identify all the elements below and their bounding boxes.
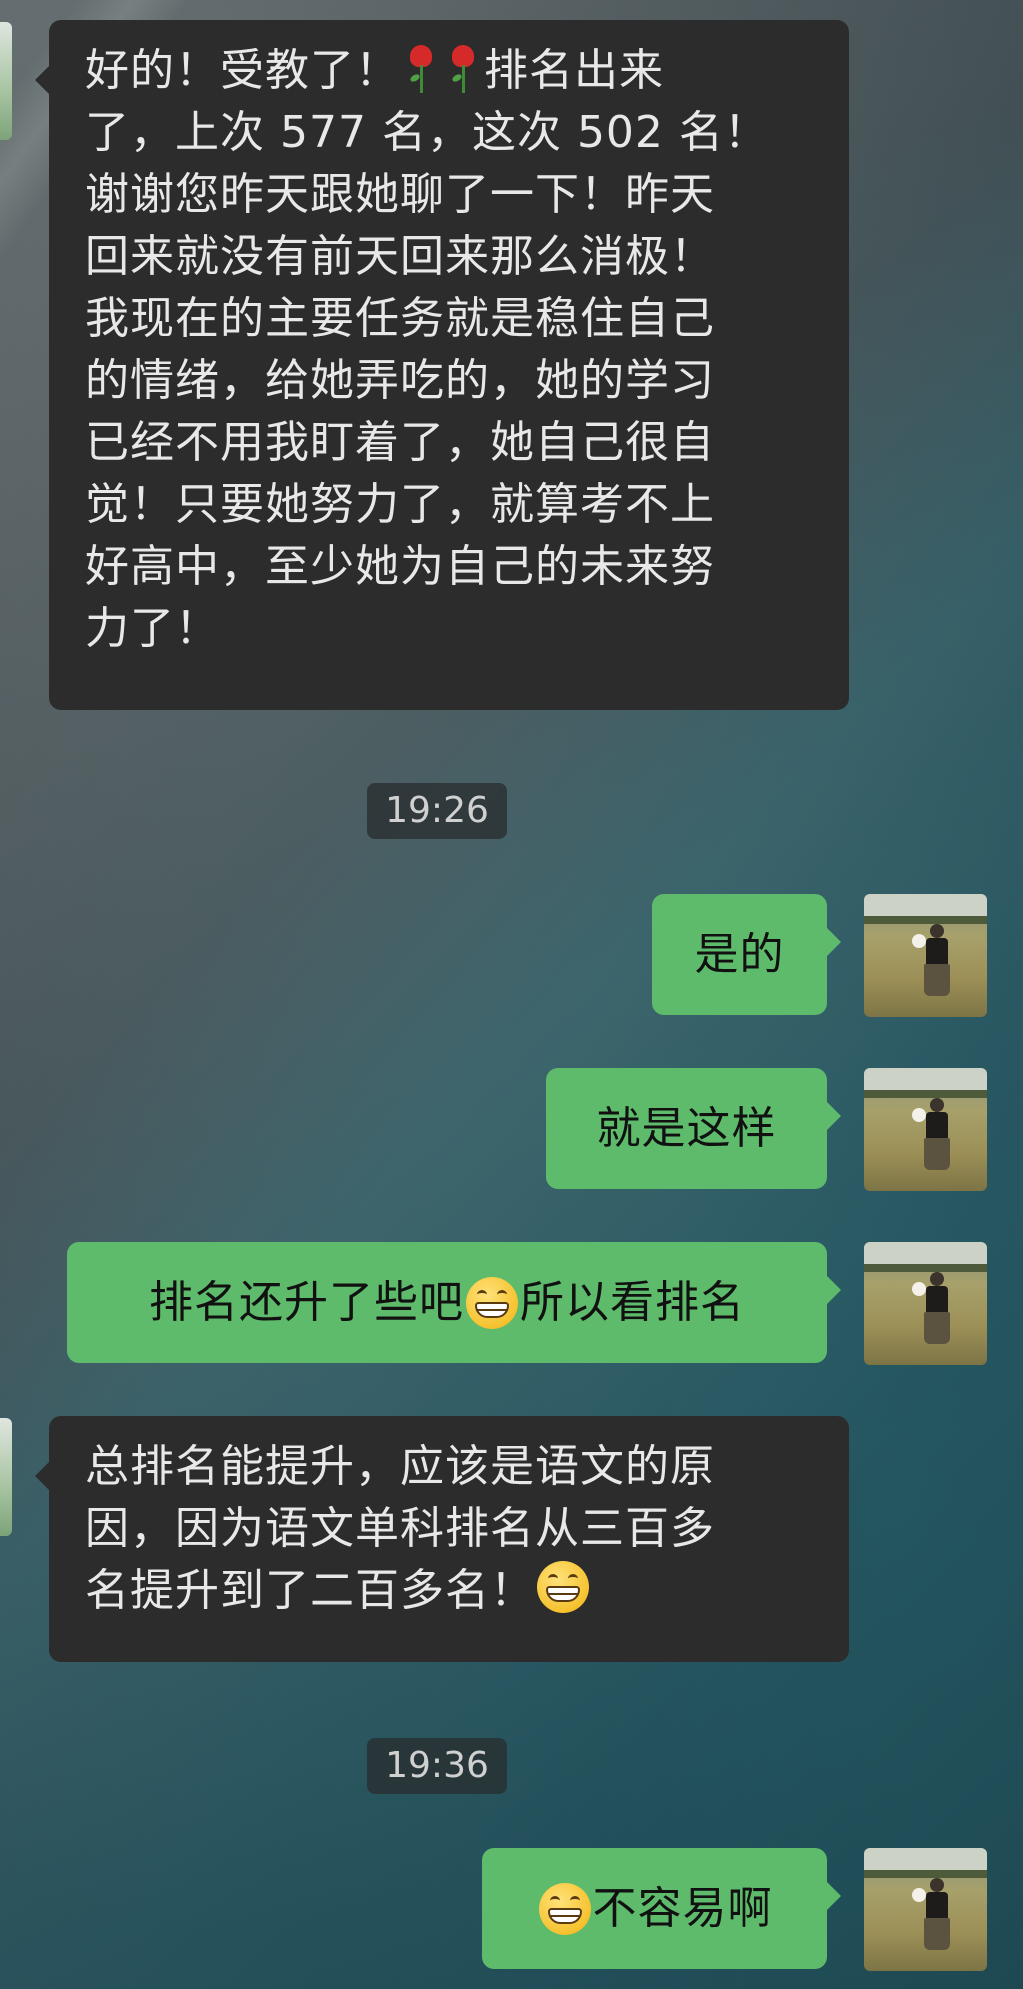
message-line: 已经不用我盯着了，她自己很自 (85, 412, 813, 474)
grin-emoji-icon (537, 1561, 589, 1613)
message-text: 好的！受教了！ (85, 45, 400, 96)
message-line: 觉！只要她努力了，就算考不上 (85, 474, 813, 536)
avatar-figure (922, 1878, 952, 1958)
chat-area[interactable]: 好的！受教了！ 排名出来了，上次 577 名，这次 502 名！ 谢谢您昨天跟她聊了… (0, 0, 1023, 1989)
grin-emoji-icon (538, 1882, 591, 1935)
outgoing-message-bubble[interactable]: 是的 (652, 894, 841, 1015)
user-avatar[interactable] (864, 1848, 987, 1971)
avatar-trees (864, 1870, 987, 1878)
grin-emoji-icon (466, 1276, 518, 1329)
message-text: 所以看排名 (520, 1276, 745, 1328)
outgoing-message-bubble[interactable]: 排名还升了些吧 所以看排名 (67, 1242, 841, 1363)
message-line: 力了！ (85, 598, 813, 660)
message-line: 总排名能提升，应该是语文的原 (85, 1436, 813, 1498)
incoming-message-bubble[interactable]: 总排名能提升，应该是语文的原 因，因为语文单科排名从三百多 名提升到了二百多名！ (35, 1416, 849, 1662)
message-text: 谢谢您昨天跟她聊了一下！昨天 (85, 169, 715, 220)
message-text: 总排名能提升，应该是语文的原 (85, 1441, 715, 1492)
message-text: 不容易啊 (592, 1882, 773, 1934)
contact-avatar[interactable] (0, 1418, 12, 1536)
avatar-figure (922, 1272, 952, 1352)
message-line: 我现在的主要任务就是稳住自己 (85, 288, 813, 350)
message-line: 谢谢您昨天跟她聊了一下！昨天 (85, 164, 813, 226)
message-text: 排名还升了些吧 (149, 1276, 464, 1328)
timestamp: 19:26 (367, 783, 507, 839)
message-text: 我现在的主要任务就是稳住自己 (85, 293, 715, 344)
avatar-trees (864, 1090, 987, 1098)
avatar-figure (922, 1098, 952, 1178)
message-line: 因，因为语文单科排名从三百多 (85, 1498, 813, 1560)
outgoing-message-bubble[interactable]: 不容易啊 (482, 1848, 841, 1969)
message-line: 的情绪，给她弄吃的，她的学习 (85, 350, 813, 412)
avatar-figure (922, 924, 952, 1004)
message-text: 名提升到了二百多名！ (85, 1565, 535, 1616)
message-text: 已经不用我盯着了，她自己很自 (85, 417, 715, 468)
contact-avatar[interactable] (0, 22, 12, 140)
timestamp: 19:36 (367, 1738, 507, 1794)
message-text: 好高中，至少她为自己的未来努 (85, 541, 715, 592)
user-avatar[interactable] (864, 1242, 987, 1365)
user-avatar[interactable] (864, 1068, 987, 1191)
message-text: 了，上次 577 名，这次 502 名！ (85, 107, 769, 158)
avatar-trees (864, 916, 987, 924)
user-avatar[interactable] (864, 894, 987, 1017)
message-text: 就是这样 (596, 1102, 777, 1154)
outgoing-message-bubble[interactable]: 就是这样 (546, 1068, 841, 1189)
message-line: 了，上次 577 名，这次 502 名！ (85, 102, 813, 164)
incoming-message-bubble[interactable]: 好的！受教了！ 排名出来了，上次 577 名，这次 502 名！ 谢谢您昨天跟她聊了… (35, 20, 849, 710)
message-text: 的情绪，给她弄吃的，她的学习 (85, 355, 715, 406)
message-line: 好的！受教了！ 排名出来 (85, 40, 813, 102)
message-text: 排名出来 (484, 45, 664, 96)
message-text: 是的 (694, 928, 785, 980)
rose-emoji-icon (448, 43, 478, 95)
message-line: 名提升到了二百多名！ (85, 1560, 813, 1622)
message-text: 觉！只要她努力了，就算考不上 (85, 479, 715, 530)
rose-emoji-icon (406, 43, 436, 95)
avatar-trees (864, 1264, 987, 1272)
message-text: 力了！ (85, 603, 220, 654)
message-line: 好高中，至少她为自己的未来努 (85, 536, 813, 598)
message-text: 回来就没有前天回来那么消极！ (85, 231, 715, 282)
message-line: 回来就没有前天回来那么消极！ (85, 226, 813, 288)
message-text: 因，因为语文单科排名从三百多 (85, 1503, 715, 1554)
